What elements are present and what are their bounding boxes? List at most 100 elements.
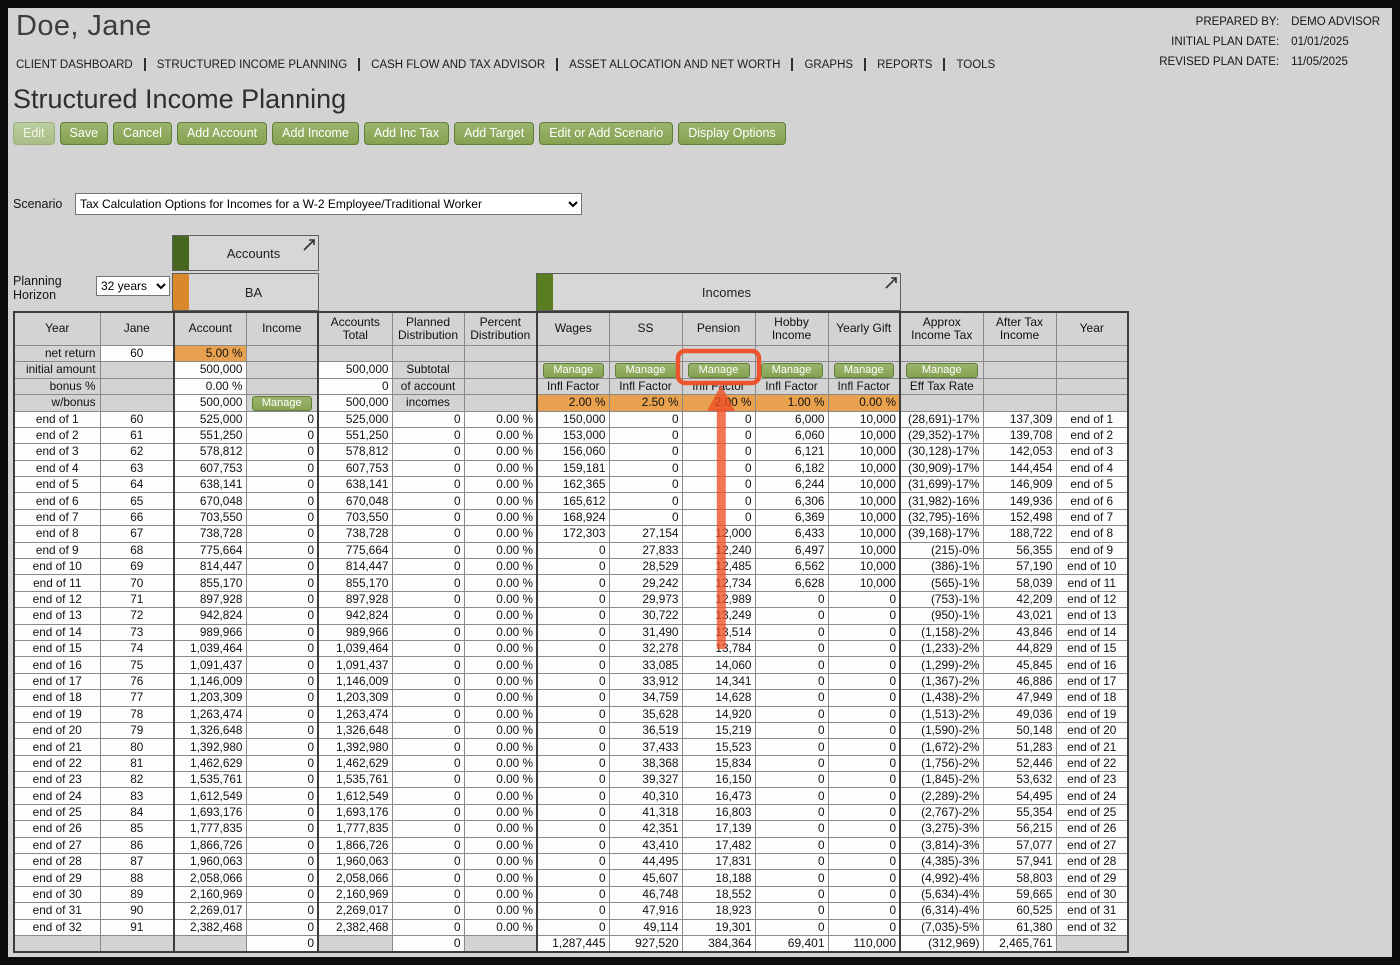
nav-item-asset-allocation-and-net-worth[interactable]: ASSET ALLOCATION AND NET WORTH xyxy=(569,59,780,71)
accounts-total-cell: 670,048 xyxy=(317,492,393,510)
yearly-gift-cell: 0 xyxy=(827,820,901,838)
hobby-income-cell: 0 xyxy=(754,656,829,674)
col-header-after-tax-income: After Tax Income xyxy=(982,311,1057,346)
year-cell: end of 6 xyxy=(13,492,101,510)
year-cell: end of 7 xyxy=(13,508,101,527)
approx-income-tax-cell: (3,814)-3% xyxy=(899,836,984,855)
total-percent-distribution-cell xyxy=(463,935,538,953)
add-target-button[interactable]: Add Target xyxy=(453,122,535,145)
pension-cell: 17,831 xyxy=(681,853,756,871)
manage-approx-income-tax-button[interactable]: Manage xyxy=(906,362,978,377)
year-cell: end of 21 xyxy=(13,738,101,756)
hobby-income-cell: 6,244 xyxy=(754,476,829,494)
wages-cell: 0 xyxy=(536,754,610,773)
jane-cell xyxy=(99,360,175,379)
income-cell: 0 xyxy=(245,558,319,576)
add-income-button[interactable]: Add Income xyxy=(272,122,359,145)
table-row: end of 25 84 1,693,176 0 1,693,176 0 0.00 % 0 41… xyxy=(13,803,1129,822)
table-row: end of 32 91 2,382,468 0 2,382,468 0 0.00 % 0 49… xyxy=(13,918,1129,937)
nav-item-graphs[interactable]: GRAPHS xyxy=(804,59,853,71)
year-cell: end of 4 xyxy=(13,459,101,478)
nav-item-tools[interactable]: TOOLS xyxy=(956,59,995,71)
percent-distribution-cell: 0.00 % xyxy=(463,410,538,428)
accounts-total-cell: 942,824 xyxy=(317,607,393,625)
manage-hobby-income-button[interactable]: Manage xyxy=(760,362,823,377)
add-account-button[interactable]: Add Account xyxy=(176,122,268,145)
income-cell xyxy=(245,360,319,379)
wages-cell: Infl Factor xyxy=(536,377,610,395)
percent-distribution-cell: 0.00 % xyxy=(463,574,538,592)
nav-item-structured-income-planning[interactable]: STRUCTURED INCOME PLANNING xyxy=(157,59,347,71)
manage-wages-button[interactable]: Manage xyxy=(543,362,604,377)
col-header-income: Income xyxy=(245,311,319,346)
yearly-gift-cell: 0 xyxy=(827,803,901,822)
pension-cell: 12,734 xyxy=(681,574,756,592)
wages-cell: 0 xyxy=(536,590,610,609)
ss-cell: 36,519 xyxy=(608,721,683,740)
accounts-total-cell: 738,728 xyxy=(317,525,393,543)
manage-ss-button[interactable]: Manage xyxy=(614,362,677,377)
hobby-income-cell: 0 xyxy=(754,918,829,937)
accounts-total-cell: 607,753 xyxy=(317,459,393,478)
account-cell: 1,866,726 xyxy=(173,836,247,855)
approx-income-tax-cell: (32,795)-16% xyxy=(899,508,984,527)
account-cell: 1,263,474 xyxy=(173,705,247,723)
accounts-total-cell: 1,462,629 xyxy=(317,754,393,773)
year-cell: end of 17 xyxy=(13,672,101,691)
incomes-group-color-bar xyxy=(537,274,553,310)
setup-row-label: bonus % xyxy=(13,377,101,395)
planned-distribution-cell: 0 xyxy=(391,672,465,691)
approx-income-tax-cell xyxy=(899,393,984,412)
yearly-gift-cell: 0 xyxy=(827,853,901,871)
incomes-expand-icon[interactable] xyxy=(884,276,898,290)
year-cell: end of 16 xyxy=(13,656,101,674)
approx-income-tax-cell: (1,438)-2% xyxy=(899,689,984,707)
display-options-button[interactable]: Display Options xyxy=(678,122,786,145)
jane-cell: 63 xyxy=(99,459,175,478)
scenario-select[interactable]: Tax Calculation Options for Incomes for … xyxy=(75,193,582,215)
pension-cell: 18,923 xyxy=(681,902,756,920)
hobby-income-cell: 0 xyxy=(754,754,829,773)
income-cell: 0 xyxy=(245,525,319,543)
setup-row: bonus % 0.00 % 0 of account Infl Factor Infl … xyxy=(13,377,1129,395)
yearly-gift-manage-cell: Manage xyxy=(827,360,901,379)
percent-distribution-cell: 0.00 % xyxy=(463,639,538,658)
year-cell: end of 24 xyxy=(13,787,101,805)
planned-distribution-cell: Subtotal xyxy=(391,360,465,379)
nav-item-reports[interactable]: REPORTS xyxy=(877,59,932,71)
manage-income-button[interactable]: Manage xyxy=(251,395,312,410)
planned-distribution-cell: 0 xyxy=(391,836,465,855)
wages-cell: 0 xyxy=(536,721,610,740)
cancel-button[interactable]: Cancel xyxy=(113,122,172,145)
hobby-income-manage-cell: Manage xyxy=(754,360,829,379)
ss-cell: 29,973 xyxy=(608,590,683,609)
accounts-total-cell: 2,160,969 xyxy=(317,885,393,904)
edit-button[interactable]: Edit xyxy=(13,122,55,145)
nav-item-cash-flow-and-tax-advisor[interactable]: CASH FLOW AND TAX ADVISOR xyxy=(371,59,545,71)
percent-distribution-cell xyxy=(463,377,538,395)
wages-cell: 172,303 xyxy=(536,525,610,543)
year-right-cell: end of 23 xyxy=(1055,771,1129,789)
table-row: end of 27 86 1,866,726 0 1,866,726 0 0.00 % 0 43… xyxy=(13,836,1129,855)
nav-item-client-dashboard[interactable]: CLIENT DASHBOARD xyxy=(16,59,133,71)
approx-income-tax-cell: (7,035)-5% xyxy=(899,918,984,937)
pension-cell: 0 xyxy=(681,476,756,494)
planning-horizon-select[interactable]: 32 years xyxy=(96,276,170,296)
income-cell: 0 xyxy=(245,574,319,592)
manage-yearly-gift-button[interactable]: Manage xyxy=(833,362,894,377)
planned-distribution-cell: 0 xyxy=(391,508,465,527)
income-cell: 0 xyxy=(245,853,319,871)
add-inc-tax-button[interactable]: Add Inc Tax xyxy=(363,122,449,145)
year-right-cell: end of 15 xyxy=(1055,639,1129,658)
income-cell: 0 xyxy=(245,672,319,691)
accounts-expand-icon[interactable] xyxy=(302,238,316,252)
manage-pension-button[interactable]: Manage xyxy=(687,362,750,377)
col-header-pension: Pension xyxy=(681,311,756,346)
account-cell: 1,039,464 xyxy=(173,639,247,658)
approx-income-tax-cell: (1,590)-2% xyxy=(899,721,984,740)
yearly-gift-cell xyxy=(827,344,901,362)
edit-or-add-scenario-button[interactable]: Edit or Add Scenario xyxy=(539,122,674,145)
table-row: end of 10 69 814,447 0 814,447 0 0.00 % 0 28,529… xyxy=(13,558,1129,576)
accounts-total-cell: 1,091,437 xyxy=(317,656,393,674)
save-button[interactable]: Save xyxy=(59,122,109,145)
